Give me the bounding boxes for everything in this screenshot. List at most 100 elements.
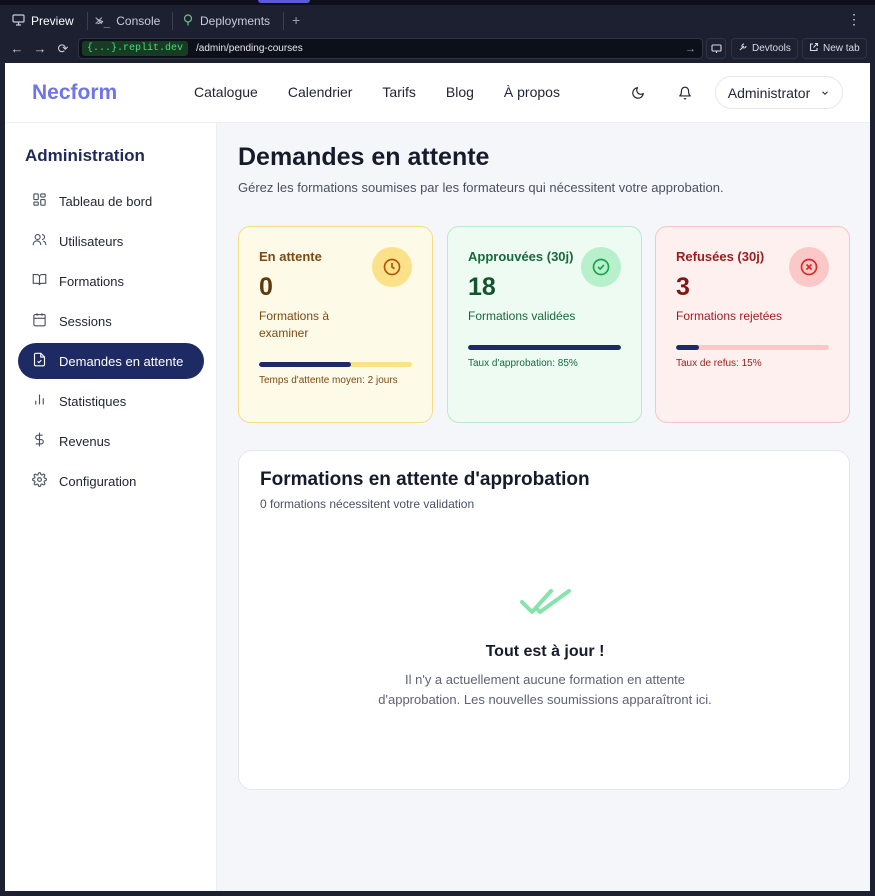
tab-separator [172,12,173,30]
clock-icon [372,247,412,287]
stat-card-footer: Temps d'attente moyen: 2 jours [259,375,398,386]
logo[interactable]: Necform [32,81,117,105]
users-icon [32,232,47,250]
stat-card-approved: Approuvées (30j) 18 Formations validées … [447,226,642,423]
sidebar-item-label: Configuration [59,473,137,489]
main-nav: Catalogue Calendrier Tarifs Blog À propo… [194,84,560,100]
devtools-button[interactable]: Devtools [731,38,798,59]
monitor-icon [12,13,25,29]
tab-separator [87,12,88,30]
progress-fill [468,345,621,350]
panel-title: Formations en attente d'approbation [260,469,590,490]
nav-link-calendrier[interactable]: Calendrier [288,84,353,100]
stat-card-title: Refusées (30j) [676,249,765,264]
back-arrow-icon[interactable]: ← [8,40,26,58]
sidebar-item-label: Demandes en attente [59,353,184,369]
progress-bar [676,345,829,350]
sidebar-item-label: Formations [59,273,125,289]
forward-arrow-icon[interactable]: → [31,40,49,58]
tab-preview-label: Preview [31,14,74,28]
url-path: /admin/pending-courses [196,43,303,54]
sidebar-item-demandes-en-attente[interactable]: Demandes en attente [18,343,204,379]
reload-icon[interactable]: ⟳ [54,40,72,58]
stat-card-pending: En attente 0 Formations à examiner Temps… [238,226,433,423]
pending-courses-panel: Formations en attente d'approbation 0 fo… [238,450,850,790]
sidebar-nav: Tableau de bord Utilisateurs Formations … [18,183,204,503]
tab-deployments[interactable]: Deployments [174,8,278,34]
calendar-icon [32,312,47,330]
sidebar-item-formations[interactable]: Formations [18,263,204,299]
terminal-icon: >_ [97,14,111,28]
admin-sidebar: Administration Tableau de bord Utilisate… [5,123,217,891]
sidebar-item-utilisateurs[interactable]: Utilisateurs [18,223,204,259]
page-title: Demandes en attente [238,143,490,171]
wrench-icon [738,42,748,55]
chevron-down-icon [820,85,830,101]
new-tab-button[interactable]: New tab [802,38,867,59]
stat-card-label: Formations rejetées [676,309,783,323]
deploy-icon [182,13,194,29]
bell-icon[interactable] [675,83,695,103]
tab-deployments-label: Deployments [200,14,271,28]
stat-card-label: Formations validées [468,309,576,323]
app-viewport: Necform Catalogue Calendrier Tarifs Blog… [5,63,870,891]
external-link-icon [809,42,819,55]
address-field[interactable]: {...}.replit.dev /admin/pending-courses … [78,38,703,59]
sidebar-item-configuration[interactable]: Configuration [18,463,204,499]
nav-link-tarifs[interactable]: Tarifs [382,84,415,100]
bar-chart-icon [32,392,47,410]
user-menu-button[interactable]: Administrator [715,76,843,109]
sidebar-item-label: Tableau de bord [59,193,153,209]
ide-tab-bar: Preview ✕ >_ Console Deployments + ⋮ [0,0,875,36]
progress-fill [676,345,699,350]
book-icon [32,272,47,290]
tab-separator [283,12,284,30]
more-options-icon[interactable]: ⋮ [847,12,861,26]
site-header: Necform Catalogue Calendrier Tarifs Blog… [5,63,870,123]
check-circle-icon [581,247,621,287]
tab-console-label: Console [116,14,161,28]
moon-icon[interactable] [628,83,648,103]
user-menu-label: Administrator [727,84,811,101]
sidebar-item-tableau-de-bord[interactable]: Tableau de bord [18,183,204,219]
progress-bar [259,362,412,367]
new-tab-label: New tab [823,43,860,54]
stat-card-title: Approuvées (30j) [468,249,574,264]
gear-icon [32,472,47,490]
browser-url-bar: ← → ⟳ {...}.replit.dev /admin/pending-co… [0,36,875,63]
stat-card-footer: Taux de refus: 15% [676,358,762,369]
x-circle-icon [789,247,829,287]
sidebar-item-label: Revenus [59,433,111,449]
url-domain: {...}.replit.dev [82,41,189,56]
tab-console[interactable]: >_ Console [89,8,168,34]
page-subtitle: Gérez les formations soumises par les fo… [238,180,724,195]
sidebar-title: Administration [25,146,145,165]
nav-link-a-propos[interactable]: À propos [504,84,560,100]
stat-card-label: Formations à examiner [259,309,330,340]
stat-card-footer: Taux d'approbation: 85% [468,358,578,369]
sidebar-item-revenus[interactable]: Revenus [18,423,204,459]
devtools-label: Devtools [752,43,791,54]
sidebar-item-label: Utilisateurs [59,233,124,249]
sidebar-item-sessions[interactable]: Sessions [18,303,204,339]
file-check-icon [32,352,47,370]
panel-subtitle: 0 formations nécessitent votre validatio… [260,497,475,511]
progress-bar [468,345,621,350]
stat-card-refused: Refusées (30j) 3 Formations rejetées Tau… [655,226,850,423]
sidebar-item-statistiques[interactable]: Statistiques [18,383,204,419]
double-check-icon [519,583,573,624]
nav-link-blog[interactable]: Blog [446,84,474,100]
sidebar-item-label: Sessions [59,313,112,329]
empty-state-text: Il n'y a actuellement aucune formation e… [378,672,712,707]
add-tab-icon[interactable]: + [292,12,300,28]
progress-fill [259,362,351,367]
sidebar-item-label: Statistiques [59,393,127,409]
empty-state-title: Tout est à jour ! [485,643,605,660]
top-strip [0,0,875,5]
dollar-icon [32,432,47,450]
go-arrow-icon[interactable]: → [685,43,696,55]
top-strip-indicator [258,0,310,3]
screen-icon[interactable] [706,38,726,59]
nav-link-catalogue[interactable]: Catalogue [194,84,258,100]
dashboard-icon [32,192,47,210]
